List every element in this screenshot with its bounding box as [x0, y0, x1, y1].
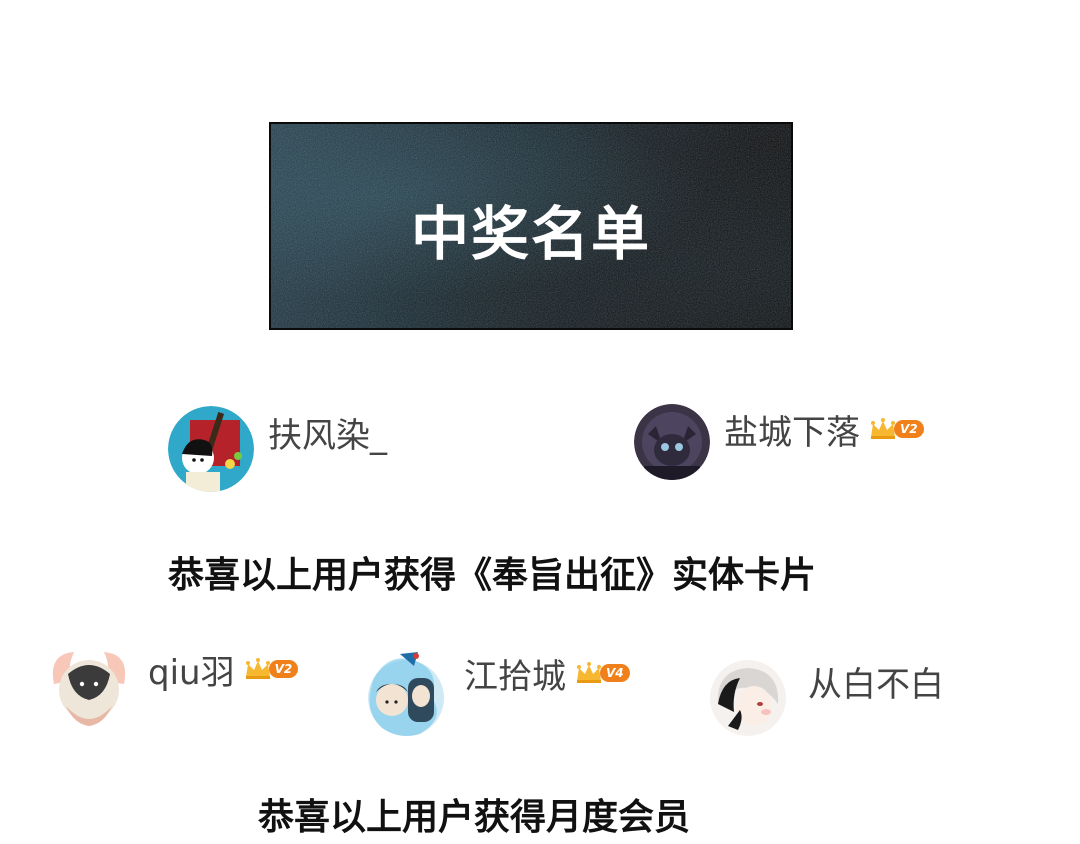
winner-username: 从白不白 — [808, 664, 944, 705]
winner-username: 扶风染_ — [268, 415, 387, 456]
winged-lion-avatar-icon[interactable] — [44, 644, 134, 734]
winner-username: 江拾城 — [464, 656, 566, 697]
vip-badge: V2 — [243, 656, 299, 682]
award-caption-membership: 恭喜以上用户获得月度会员 — [258, 797, 691, 838]
winner-user-1[interactable]: 扶风染_ — [168, 406, 387, 492]
winner-user-2[interactable]: 盐城下落 V2 — [634, 404, 924, 480]
guitar-boy-avatar-icon[interactable] — [168, 406, 254, 492]
winner-user-5[interactable]: 从白不白 — [710, 660, 944, 736]
blue-couple-avatar-icon[interactable] — [360, 648, 452, 740]
winner-username: 盐城下落 — [724, 412, 860, 453]
vip-badge: V2 — [868, 416, 924, 442]
winner-user-4[interactable]: 江拾城 V4 — [360, 648, 630, 740]
vip-level: V2 — [268, 660, 299, 678]
dark-creature-avatar-icon[interactable] — [634, 404, 710, 480]
winner-user-3[interactable]: qiu羽 V2 — [44, 644, 299, 734]
white-hair-girl-avatar-icon[interactable] — [710, 660, 786, 736]
vip-badge: V4 — [574, 660, 630, 686]
award-caption-cards: 恭喜以上用户获得《奉旨出征》实体卡片 — [168, 555, 817, 596]
vip-level: V2 — [894, 420, 924, 438]
winner-username: qiu羽 — [148, 652, 235, 693]
winners-banner: 中奖名单 — [269, 122, 793, 330]
banner-title: 中奖名单 — [410, 200, 651, 268]
vip-level: V4 — [600, 664, 630, 682]
